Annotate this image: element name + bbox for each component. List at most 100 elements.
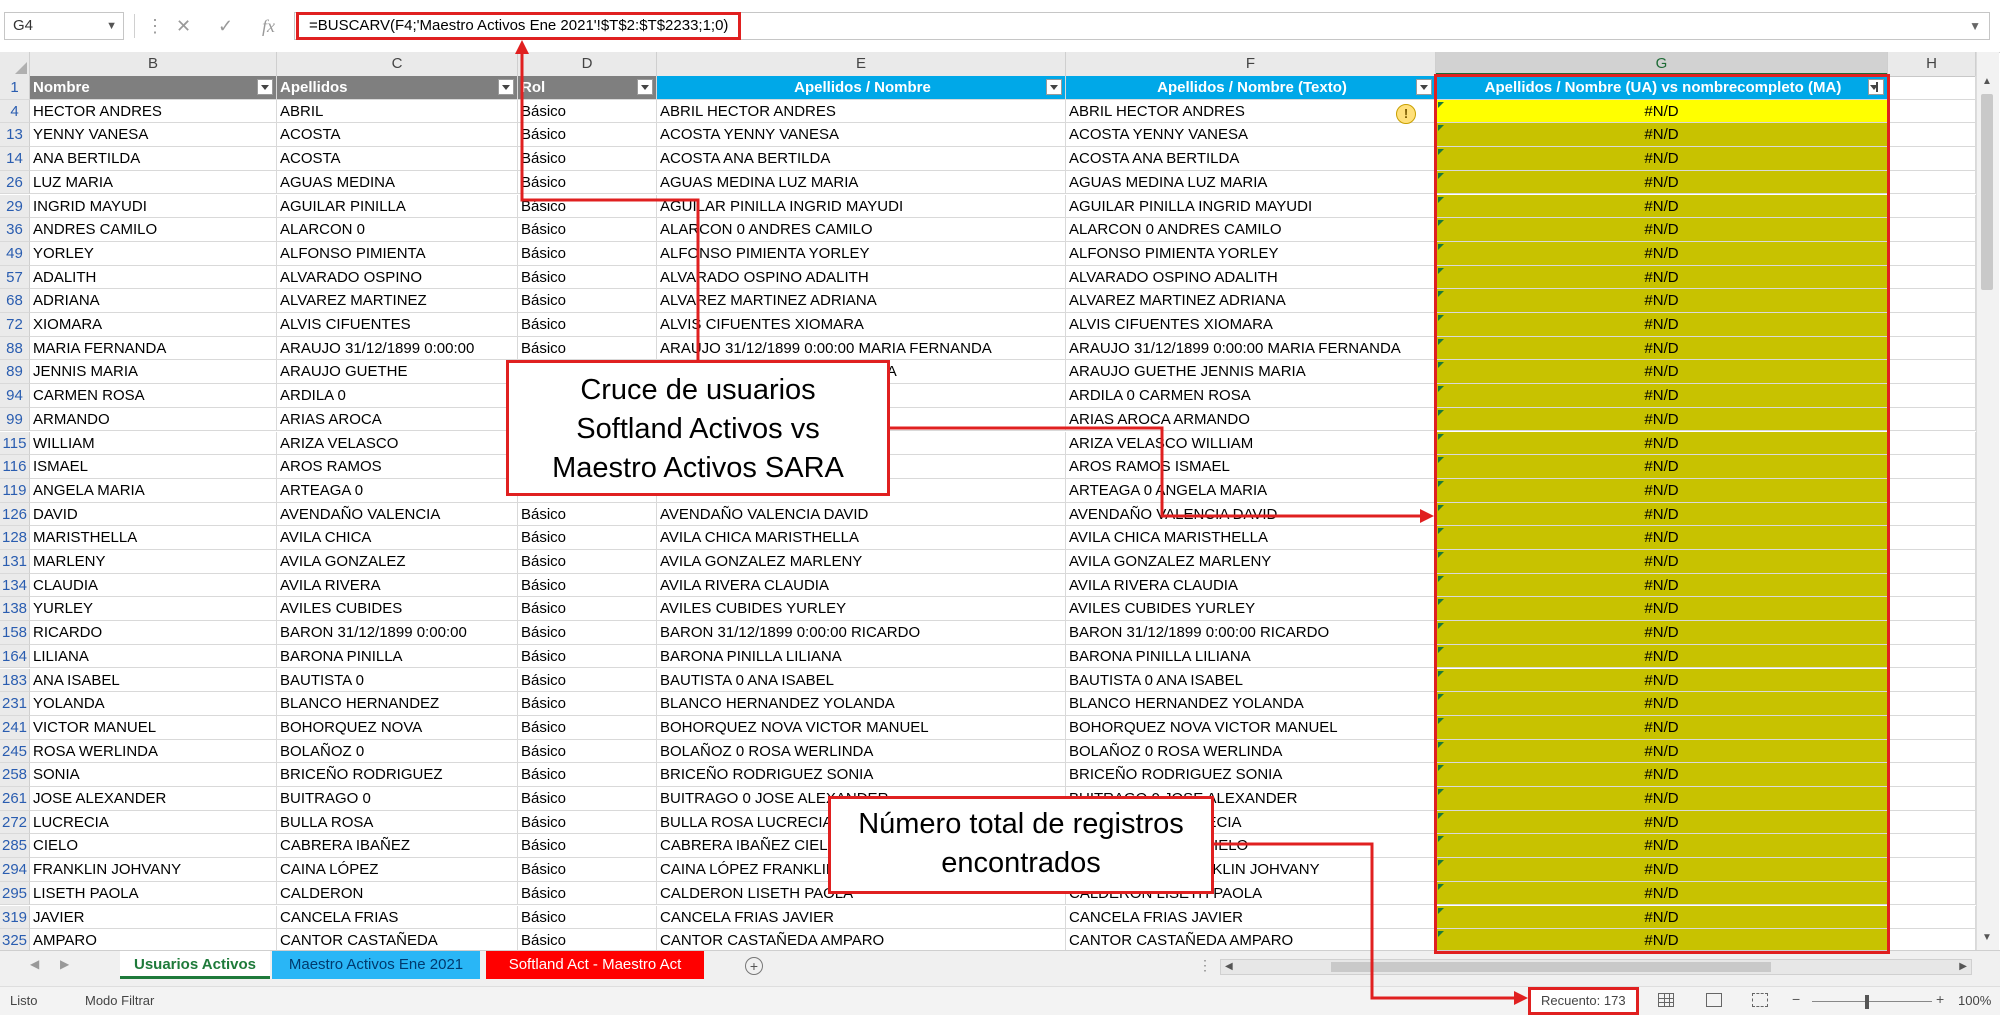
cell-h[interactable] <box>1888 336 1976 361</box>
column-header-d[interactable]: D <box>518 52 657 76</box>
cell-f[interactable]: ARAUJO 31/12/1899 0:00:00 MARIA FERNANDA <box>1066 336 1436 361</box>
cell-b[interactable]: LISETH PAOLA <box>30 881 277 906</box>
cell-d[interactable]: Básico <box>518 218 657 242</box>
cell-c[interactable]: BARON 31/12/1899 0:00:00 <box>277 621 518 645</box>
cell-g[interactable]: #N/D <box>1436 99 1888 124</box>
cell-e[interactable]: BARONA PINILLA LILIANA <box>657 644 1066 669</box>
cell-f[interactable]: ARDILA 0 CARMEN ROSA <box>1066 384 1436 408</box>
cell-f[interactable]: ARAUJO GUETHE JENNIS MARIA <box>1066 360 1436 385</box>
cell-c[interactable]: BULLA ROSA <box>277 810 518 835</box>
chevron-down-icon[interactable]: ▼ <box>106 13 117 39</box>
zoom-level[interactable]: 100% <box>1958 993 1991 1008</box>
cell-e[interactable]: ALVAREZ MARTINEZ ADRIANA <box>657 289 1066 313</box>
cell-f[interactable]: BAUTISTA 0 ANA ISABEL <box>1066 668 1436 693</box>
row-number[interactable]: 94 <box>0 384 30 408</box>
cell-d[interactable]: Básico <box>518 692 657 716</box>
cell-h[interactable] <box>1888 170 1976 195</box>
cell-b[interactable]: JOSE ALEXANDER <box>30 787 277 811</box>
cell-g[interactable]: #N/D <box>1436 905 1888 930</box>
cell-h[interactable] <box>1888 407 1976 432</box>
row-number[interactable]: 131 <box>0 550 30 574</box>
cell-f[interactable]: AVILA RIVERA CLAUDIA <box>1066 573 1436 598</box>
cell-f[interactable]: AGUAS MEDINA LUZ MARIA <box>1066 170 1436 195</box>
tab-next-icon[interactable]: ▶ <box>60 957 69 971</box>
select-all-button[interactable] <box>0 52 30 76</box>
column-header-f[interactable]: F <box>1066 52 1436 76</box>
cell-h[interactable] <box>1888 644 1976 669</box>
cell-d[interactable]: Básico <box>518 739 657 764</box>
cell-g[interactable]: #N/D <box>1436 431 1888 456</box>
column-header-c[interactable]: C <box>277 52 518 76</box>
cell-h[interactable] <box>1888 621 1976 645</box>
cell-c[interactable]: ARDILA 0 <box>277 384 518 408</box>
check-icon[interactable]: ✓ <box>218 12 233 40</box>
cell-c[interactable]: ALARCON 0 <box>277 218 518 242</box>
cell-e[interactable]: ALFONSO PIMIENTA YORLEY <box>657 241 1066 266</box>
cell-c[interactable]: ARIZA VELASCO <box>277 431 518 456</box>
cell-c[interactable]: CABRERA IBAÑEZ <box>277 834 518 859</box>
cell-g[interactable]: #N/D <box>1436 597 1888 622</box>
cell-e[interactable]: AVILA RIVERA CLAUDIA <box>657 573 1066 598</box>
filter-dropdown-icon[interactable] <box>257 79 273 95</box>
cell-b[interactable]: XIOMARA <box>30 313 277 337</box>
cell-b[interactable]: MARISTHELLA <box>30 526 277 550</box>
cell-h[interactable] <box>1888 431 1976 456</box>
cell-f[interactable]: ARTEAGA 0 ANGELA MARIA <box>1066 478 1436 503</box>
cell-c[interactable]: ARAUJO GUETHE <box>277 360 518 385</box>
warning-icon[interactable]: ! <box>1396 103 1416 124</box>
cell-e[interactable]: ALVIS CIFUENTES XIOMARA <box>657 313 1066 337</box>
cell-c[interactable]: ARAUJO 31/12/1899 0:00:00 <box>277 336 518 361</box>
cell-h[interactable] <box>1888 289 1976 313</box>
cell-h[interactable] <box>1888 597 1976 622</box>
row-number[interactable]: 245 <box>0 739 30 764</box>
cell-c[interactable]: BARONA PINILLA <box>277 644 518 669</box>
cell-b[interactable]: YOLANDA <box>30 692 277 716</box>
row-number[interactable]: 88 <box>0 336 30 361</box>
fx-icon[interactable]: fx <box>262 12 275 40</box>
row-number[interactable]: 116 <box>0 455 30 479</box>
cell-c[interactable]: ALVAREZ MARTINEZ <box>277 289 518 313</box>
cell-c[interactable]: ALFONSO PIMIENTA <box>277 241 518 266</box>
cell-b[interactable]: JAVIER <box>30 905 277 930</box>
cell-d[interactable]: Básico <box>518 241 657 266</box>
cell-d[interactable]: Básico <box>518 763 657 787</box>
cell-b[interactable]: AMPARO <box>30 929 277 950</box>
cell-h[interactable] <box>1888 550 1976 574</box>
cell-c[interactable]: ARIAS AROCA <box>277 407 518 432</box>
cell-h[interactable] <box>1888 763 1976 787</box>
cell-f[interactable]: ACOSTA YENNY VANESA <box>1066 123 1436 148</box>
cell-b[interactable]: ANDRES CAMILO <box>30 218 277 242</box>
cell-f[interactable]: CANTOR CASTAÑEDA AMPARO <box>1066 929 1436 950</box>
cell-g[interactable]: #N/D <box>1436 478 1888 503</box>
cell-b[interactable]: YURLEY <box>30 597 277 622</box>
cell-f[interactable]: ALVARADO OSPINO ADALITH <box>1066 265 1436 290</box>
cell-e[interactable]: AVILA CHICA MARISTHELLA <box>657 526 1066 550</box>
row-number[interactable]: 49 <box>0 241 30 266</box>
cell-h[interactable] <box>1888 929 1976 950</box>
cell-d[interactable]: Básico <box>518 929 657 950</box>
filter-dropdown-icon[interactable] <box>1416 79 1432 95</box>
cell-f[interactable]: CANCELA FRIAS JAVIER <box>1066 905 1436 930</box>
row-number[interactable]: 128 <box>0 526 30 550</box>
cell-g[interactable]: #N/D <box>1436 810 1888 835</box>
cell-b[interactable]: FRANKLIN JOHVANY <box>30 858 277 882</box>
cell-b[interactable]: JENNIS MARIA <box>30 360 277 385</box>
horizontal-scrollbar[interactable]: ◀ ▶ <box>1220 959 1972 975</box>
cell-d[interactable]: Básico <box>518 834 657 859</box>
cell-e[interactable]: BOHORQUEZ NOVA VICTOR MANUEL <box>657 715 1066 740</box>
cell-e[interactable]: AGUAS MEDINA LUZ MARIA <box>657 170 1066 195</box>
row-number[interactable]: 183 <box>0 668 30 693</box>
cell-d[interactable]: Básico <box>518 668 657 693</box>
cell-e[interactable]: BARON 31/12/1899 0:00:00 RICARDO <box>657 621 1066 645</box>
cell-h[interactable] <box>1888 668 1976 693</box>
cell-d[interactable]: Básico <box>518 881 657 906</box>
cell-b[interactable]: ANGELA MARIA <box>30 478 277 503</box>
cell-g[interactable]: #N/D <box>1436 502 1888 527</box>
cell-f[interactable]: ABRIL HECTOR ANDRES <box>1066 99 1436 124</box>
cell-h[interactable] <box>1888 905 1976 930</box>
cell-d[interactable]: Básico <box>518 715 657 740</box>
row-number[interactable]: 261 <box>0 787 30 811</box>
cell-c[interactable]: BOLAÑOZ 0 <box>277 739 518 764</box>
cell-d[interactable]: Básico <box>518 526 657 550</box>
column-header-h[interactable]: H <box>1888 52 1976 76</box>
